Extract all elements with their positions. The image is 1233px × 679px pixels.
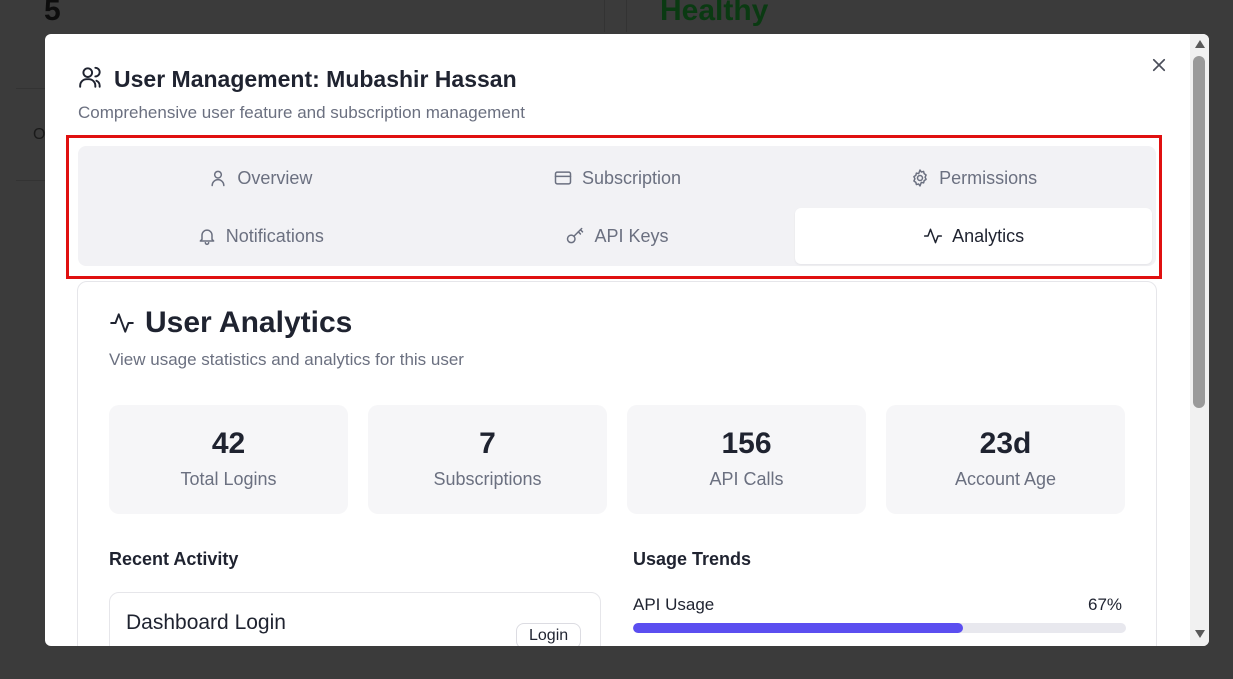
activity-icon [110, 313, 134, 333]
tab-analytics[interactable]: Analytics [795, 208, 1152, 264]
recent-activity-title: Recent Activity [109, 549, 239, 569]
activity-name: Dashboard Login [126, 611, 286, 634]
user-icon [211, 170, 225, 187]
activity-icon [924, 228, 943, 244]
background-divider [604, 0, 605, 32]
stat-total-logins: 42 Total Logins [109, 405, 348, 514]
analytics-card: User Analytics View usage statistics and… [77, 281, 1157, 646]
activity-item: Dashboard Login Login [109, 592, 601, 646]
activity-type-badge: Login [516, 623, 582, 646]
trend-progress-fill [633, 623, 964, 633]
scrollbar-thumb[interactable] [1193, 56, 1205, 408]
background-divider [626, 0, 627, 32]
scroll-down-arrow-icon[interactable] [1195, 630, 1205, 638]
stats-grid: 42 Total Logins 7 Subscriptions 156 API … [109, 405, 1125, 514]
analytics-title: User Analytics [145, 306, 353, 339]
tab-label: Subscription [581, 167, 682, 188]
tab-label: API Keys [594, 225, 669, 246]
dialog-title: User Management: Mubashir Hassan [114, 66, 517, 92]
dialog-scrollbar[interactable] [1190, 34, 1209, 646]
tab-label: Notifications [225, 225, 324, 246]
users-icon [78, 64, 104, 95]
trend-label: API Usage [633, 595, 715, 614]
trend-progress-track [633, 623, 1126, 633]
stat-label: API Calls [709, 469, 784, 489]
background-divider [16, 180, 46, 181]
stat-label: Account Age [954, 469, 1057, 489]
tab-api-keys[interactable]: API Keys [439, 208, 796, 264]
dialog-header: User Management: Mubashir Hassan [78, 64, 517, 95]
stat-value: 23d [979, 427, 1032, 460]
stat-label: Total Logins [180, 469, 277, 489]
dialog-content: User Management: Mubashir Hassan Compreh… [45, 34, 1190, 646]
background-count: 5 [44, 0, 61, 27]
bell-icon [199, 229, 215, 246]
close-icon [1152, 58, 1166, 72]
background-divider [16, 88, 46, 89]
usage-trends-title: Usage Trends [633, 549, 752, 569]
tab-overview[interactable]: Overview [82, 150, 439, 206]
stat-account-age: 23d Account Age [886, 405, 1125, 514]
tab-label: Analytics [952, 225, 1025, 246]
scroll-up-arrow-icon[interactable] [1195, 40, 1205, 48]
tab-label: Overview [237, 167, 313, 188]
close-button[interactable] [1148, 54, 1170, 76]
stat-value: 7 [479, 427, 496, 460]
analytics-subtitle: View usage statistics and analytics for … [109, 350, 464, 369]
analytics-header: User Analytics [109, 306, 352, 340]
stat-value: 42 [211, 427, 246, 460]
tab-permissions[interactable]: Permissions [795, 150, 1152, 206]
tab-subscription[interactable]: Subscription [439, 150, 796, 206]
background-text: O [33, 126, 46, 143]
stat-api-calls: 156 API Calls [627, 405, 866, 514]
background-status: Healthy [660, 0, 769, 27]
trend-percent: 67% [1088, 595, 1123, 614]
tab-list: Overview Subscription Permissions Notifi… [78, 146, 1156, 266]
key-icon [567, 227, 584, 244]
tab-notifications[interactable]: Notifications [82, 208, 439, 264]
tab-label: Permissions [939, 167, 1038, 188]
dialog-subtitle: Comprehensive user feature and subscript… [78, 103, 525, 122]
credit-card-icon [554, 171, 572, 185]
gear-icon [913, 169, 927, 187]
stat-value: 156 [721, 427, 772, 460]
stat-subscriptions: 7 Subscriptions [368, 405, 607, 514]
stat-label: Subscriptions [433, 469, 542, 489]
user-management-dialog: User Management: Mubashir Hassan Compreh… [45, 34, 1209, 646]
